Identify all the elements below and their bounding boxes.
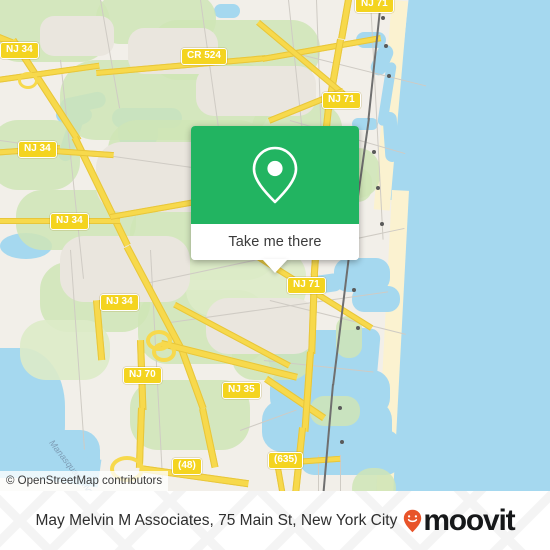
estuary-water <box>352 286 400 312</box>
railway-marker <box>384 44 388 48</box>
take-me-there-label[interactable]: Take me there <box>228 234 321 250</box>
road-shield: NJ 34 <box>18 141 57 158</box>
estuary-water <box>300 430 400 475</box>
road-shield: (48) <box>172 458 202 475</box>
road-shield: NJ 71 <box>355 0 394 13</box>
railway-marker <box>352 288 356 292</box>
interchange <box>152 342 176 362</box>
railway-marker <box>380 222 384 226</box>
road-shield: NJ 34 <box>50 213 89 230</box>
road-shield: NJ 71 <box>322 92 361 109</box>
map-pin-icon <box>249 144 301 206</box>
map-attribution[interactable]: © OpenStreetMap contributors <box>0 471 169 491</box>
moovit-logo[interactable]: moovit <box>403 503 516 537</box>
road-shield: NJ 70 <box>123 367 162 384</box>
road-shield: CR 524 <box>181 48 227 65</box>
road-shield: NJ 34 <box>100 294 139 311</box>
interchange <box>18 72 38 89</box>
footer-content-row: May Melvin M Associates, 75 Main St, New… <box>0 491 550 550</box>
popup-card-tail <box>262 259 288 273</box>
road-shield: NJ 34 <box>0 42 39 59</box>
road-shield: NJ 71 <box>287 277 326 294</box>
moovit-wordmark: moovit <box>423 503 515 537</box>
page-footer: May Melvin M Associates, 75 Main St, New… <box>0 491 550 550</box>
location-popup-card[interactable]: Take me there <box>191 126 359 273</box>
railway-marker <box>340 440 344 444</box>
lake-water <box>214 4 240 18</box>
highway-nj71 <box>338 0 352 40</box>
popup-card-header <box>191 126 359 224</box>
location-title: May Melvin M Associates, 75 Main St, New… <box>35 511 398 529</box>
screenshot-root: Manasquan River NJ 71 CR 524 NJ 34 NJ 71 NJ … <box>0 0 550 550</box>
moovit-pin-icon <box>403 509 422 533</box>
railway-marker <box>372 150 376 154</box>
railway-marker <box>338 406 342 410</box>
railway-marker <box>376 186 380 190</box>
railway-marker <box>356 326 360 330</box>
railway-marker <box>387 74 391 78</box>
railway-marker <box>381 16 385 20</box>
road-shield: (635) <box>268 452 304 469</box>
road-shield: NJ 35 <box>222 382 261 399</box>
popup-card-footer: Take me there <box>191 224 359 260</box>
